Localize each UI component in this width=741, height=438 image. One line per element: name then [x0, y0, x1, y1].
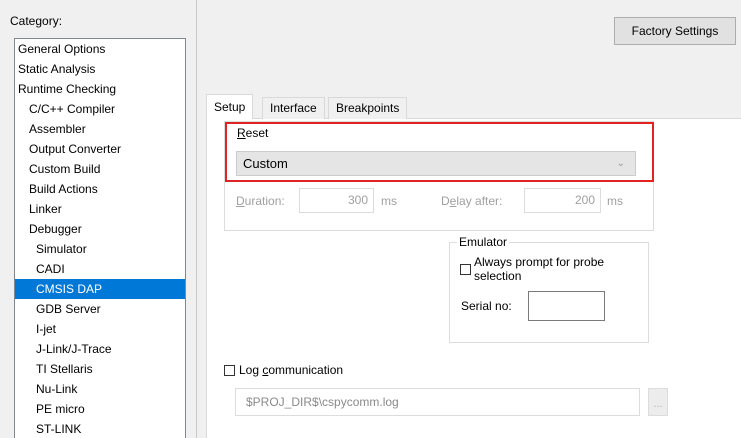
delay-input[interactable]: 200	[524, 188, 601, 213]
category-item[interactable]: C/C++ Compiler	[15, 99, 185, 119]
duration-label-accel: D	[236, 194, 245, 208]
options-dialog: Category: General Options Static Analysis…	[0, 0, 741, 438]
category-item[interactable]: ST-LINK	[15, 419, 185, 438]
log-communication-checkbox[interactable]	[224, 365, 235, 376]
serial-label: Serial no:	[461, 299, 512, 313]
always-prompt-label: Always prompt for probe selection	[474, 255, 604, 283]
delay-label: Delay after:	[441, 194, 502, 208]
category-item[interactable]: Output Converter	[15, 139, 185, 159]
category-item[interactable]: Assembler	[15, 119, 185, 139]
serial-input[interactable]	[528, 291, 605, 321]
delay-label-rest: lay after:	[456, 194, 503, 208]
category-item[interactable]: J-Link/J-Trace	[15, 339, 185, 359]
log-label-first: Log	[239, 363, 263, 377]
duration-input[interactable]: 300	[299, 188, 374, 213]
category-item[interactable]: Runtime Checking	[15, 79, 185, 99]
reset-group	[224, 121, 654, 231]
reset-label: Reset	[236, 126, 270, 140]
reset-label-rest: eset	[245, 126, 269, 140]
chevron-down-icon: ⌄	[616, 158, 625, 169]
category-item[interactable]: PE micro	[15, 399, 185, 419]
duration-unit: ms	[381, 194, 397, 208]
tab-setup[interactable]: Setup	[206, 94, 254, 119]
emulator-title: Emulator	[457, 235, 510, 249]
always-prompt-line1: Always prompt for probe	[474, 255, 605, 269]
category-item[interactable]: Custom Build	[15, 159, 185, 179]
delay-unit: ms	[607, 194, 623, 208]
category-item[interactable]: TI Stellaris	[15, 359, 185, 379]
category-item[interactable]: I-jet	[15, 319, 185, 339]
category-list[interactable]: General Options Static Analysis Runtime Ch…	[14, 38, 186, 438]
category-item[interactable]: General Options	[15, 39, 185, 59]
category-item[interactable]: Linker	[15, 199, 185, 219]
tab-breakpoints[interactable]: Breakpoints	[328, 97, 408, 119]
reset-dropdown-value: Custom	[243, 156, 288, 171]
category-item[interactable]: Debugger	[15, 219, 185, 239]
reset-dropdown[interactable]: Custom ⌄	[236, 151, 636, 176]
delay-label-first: D	[441, 194, 450, 208]
category-item[interactable]: Build Actions	[15, 179, 185, 199]
duration-label: Duration:	[236, 194, 285, 208]
browse-button[interactable]: ...	[648, 388, 668, 416]
category-label: Category:	[10, 14, 63, 28]
always-prompt-line2: selection	[474, 269, 522, 283]
reset-label-accel: R	[237, 126, 246, 140]
log-path-input[interactable]: $PROJ_DIR$\cspycomm.log	[235, 388, 640, 416]
category-item[interactable]: CADI	[15, 259, 185, 279]
factory-settings-button[interactable]: Factory Settings	[614, 17, 736, 45]
category-item[interactable]: Nu-Link	[15, 379, 185, 399]
always-prompt-checkbox[interactable]	[460, 264, 471, 275]
tab-interface[interactable]: Interface	[262, 97, 325, 119]
duration-label-rest: uration:	[244, 194, 285, 208]
log-label-rest: ommunication	[268, 363, 344, 377]
category-item[interactable]: GDB Server	[15, 299, 185, 319]
category-item[interactable]: CMSIS DAP	[15, 279, 185, 299]
category-item[interactable]: Static Analysis	[15, 59, 185, 79]
panel-divider	[196, 0, 197, 438]
category-item[interactable]: Simulator	[15, 239, 185, 259]
log-communication-label: Log communication	[239, 363, 343, 377]
